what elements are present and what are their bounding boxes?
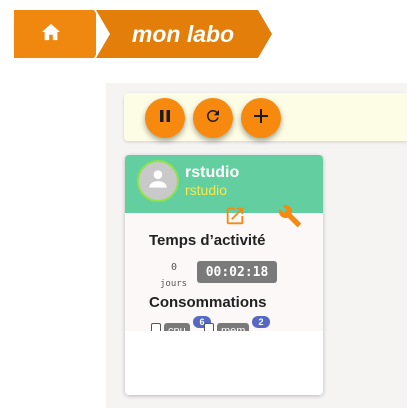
plus-icon [253, 108, 269, 129]
uptime-timer: 00:02:18 [197, 261, 277, 283]
pause-icon [157, 108, 173, 129]
breadcrumb-home[interactable] [14, 10, 94, 58]
breadcrumb-arrow-end [258, 10, 272, 58]
consumption-heading: Consommations [149, 294, 267, 311]
add-button[interactable] [241, 98, 281, 138]
card-footer [125, 331, 323, 395]
refresh-button[interactable] [193, 98, 233, 138]
days-value: 0 [170, 262, 178, 273]
card-subtitle: rstudio [185, 182, 228, 198]
breadcrumb-current[interactable]: mon labo [96, 10, 258, 58]
uptime-heading: Temps d’activité [149, 232, 266, 249]
avatar [137, 160, 179, 202]
settings-button[interactable] [277, 204, 303, 233]
open-external-button[interactable] [222, 205, 248, 231]
open-external-icon [224, 205, 246, 232]
home-icon [40, 22, 62, 47]
pause-button[interactable] [145, 98, 185, 138]
breadcrumb-current-label: mon labo [131, 20, 235, 47]
person-icon [145, 166, 171, 197]
service-card: rstudio rstudio Temps d’activité 0 jours… [125, 155, 323, 395]
breadcrumb-separator [96, 10, 110, 58]
mem-badge: 2 [252, 316, 270, 328]
days-label: jours [160, 279, 188, 289]
card-title: rstudio [185, 164, 240, 181]
refresh-icon [204, 107, 222, 130]
wrench-icon [278, 204, 302, 233]
